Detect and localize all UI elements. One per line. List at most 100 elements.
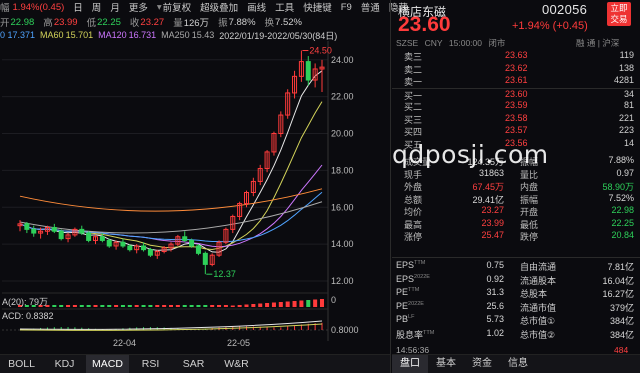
kline-svg[interactable]: 24.00 22.00 20.00 18.00 16.00 14.00 12.00 0 24… bbox=[0, 41, 390, 354]
ma60-label: MA60 bbox=[40, 30, 64, 40]
book-price: 23.58 bbox=[505, 112, 528, 123]
fund-value: 25.6 bbox=[486, 300, 504, 311]
fund-label: 总股本 bbox=[520, 289, 548, 299]
volume-bar bbox=[79, 305, 84, 307]
stat-value: 31863 bbox=[478, 167, 504, 178]
menu-month[interactable]: 月 bbox=[110, 0, 120, 14]
amplitude-value: 7.88% bbox=[228, 16, 256, 28]
stat-value: 7.52% bbox=[608, 192, 634, 203]
volume-value: 126万 bbox=[183, 18, 210, 29]
high-value: 23.99 bbox=[53, 16, 78, 28]
volume-bar bbox=[66, 305, 71, 307]
volume-bar bbox=[114, 305, 119, 307]
quote-meta: SZSE CNY 15:00:00 闭市 融 通 | 沪深 bbox=[396, 37, 619, 49]
volume-bar bbox=[237, 305, 242, 307]
tab-rsi[interactable]: RSI bbox=[129, 355, 172, 373]
stat-label: 开盘 bbox=[520, 207, 539, 217]
stat-row: 涨停 25.47 跌停 20.84 bbox=[392, 230, 640, 243]
volume-bar bbox=[175, 305, 180, 307]
menu-normal[interactable]: 普通 bbox=[361, 0, 380, 14]
volume-bar bbox=[313, 299, 318, 307]
ytick-label: 20.00 bbox=[331, 129, 354, 139]
fund-label: 自由流通 bbox=[520, 262, 557, 272]
menu-overlay[interactable]: 超级叠加 bbox=[200, 0, 238, 14]
candle-body bbox=[31, 228, 37, 234]
volume-bar bbox=[168, 305, 174, 307]
book-price: 23.59 bbox=[505, 100, 528, 110]
book-price: 23.57 bbox=[505, 125, 528, 135]
stat-value: 22.98 bbox=[611, 205, 634, 215]
tab-macd[interactable]: MACD bbox=[86, 355, 129, 373]
macd-label: ACD: 0.8382 bbox=[2, 311, 54, 321]
kline-chart[interactable]: 24.00 22.00 20.00 18.00 16.00 14.00 12.00 0 24… bbox=[0, 41, 390, 373]
book-row: 买一 23.60 34 bbox=[392, 87, 640, 101]
tab-sar[interactable]: SAR bbox=[172, 355, 215, 373]
stat-label: 现手 bbox=[404, 169, 423, 180]
volume-bar bbox=[203, 305, 208, 307]
volume-bar bbox=[210, 305, 215, 307]
menu-f9[interactable]: F9 bbox=[341, 2, 352, 13]
stat-value: 20.84 bbox=[611, 230, 634, 240]
volume-bar bbox=[162, 305, 167, 307]
market-code: SZSE bbox=[396, 38, 419, 48]
margin-badges: 融 通 | 沪深 bbox=[576, 38, 620, 48]
currency: CNY bbox=[424, 38, 443, 48]
menu-week[interactable]: 周 bbox=[92, 0, 102, 14]
xtick-apr: 22-04 bbox=[113, 338, 136, 348]
stat-value: 67.45万 bbox=[472, 182, 504, 192]
tab-boll[interactable]: BOLL bbox=[0, 355, 43, 373]
stat-label: 外盘 bbox=[404, 182, 423, 192]
xtick-may: 22-05 bbox=[227, 338, 250, 348]
tab-orderbook[interactable]: 盘口 bbox=[392, 355, 428, 373]
book-label: 卖二 bbox=[404, 64, 423, 75]
volume-bar bbox=[72, 305, 77, 307]
book-label: 卖三 bbox=[404, 52, 423, 62]
stat-row: 外盘 67.45万 内盘 58.90万 bbox=[392, 180, 640, 193]
tab-funds[interactable]: 资金 bbox=[464, 355, 500, 373]
candle-body bbox=[202, 252, 208, 265]
ytick-label: 12.00 bbox=[331, 276, 354, 286]
volume-bar bbox=[141, 305, 146, 307]
stat-value: 29.41亿 bbox=[472, 194, 504, 205]
book-price: 23.61 bbox=[505, 75, 528, 85]
ytick-label: 16.00 bbox=[331, 202, 354, 212]
indicator-tabs: BOLL KDJ MACD RSI SAR W&R bbox=[0, 354, 390, 373]
chart-toolbar: 幅 1.94%(0.45) 日 周 月 更多 ▾ 前复权 超级叠加 画线 工具 … bbox=[0, 0, 408, 15]
tab-wr[interactable]: W&R bbox=[215, 355, 258, 373]
book-label: 买二 bbox=[404, 102, 423, 112]
volume-bar bbox=[134, 305, 139, 307]
ma250-value: 15.43 bbox=[191, 30, 215, 40]
menu-more[interactable]: 更多 bbox=[129, 0, 148, 14]
chevron-down-icon: ▾ bbox=[156, 1, 162, 13]
book-row: 买二 23.59 81 bbox=[392, 100, 640, 113]
candle-body bbox=[86, 232, 92, 241]
candle-body bbox=[99, 236, 105, 241]
stat-value: 25.47 bbox=[481, 230, 504, 240]
fund-value: 16.04亿 bbox=[602, 275, 634, 286]
menu-tools[interactable]: 工具 bbox=[275, 0, 294, 14]
open-value: 22.98 bbox=[10, 16, 35, 28]
ytick-label: 24.00 bbox=[331, 55, 354, 65]
menu-shortcut[interactable]: 快捷键 bbox=[303, 0, 332, 14]
ma120-value: 16.731 bbox=[128, 30, 157, 40]
tab-info[interactable]: 信息 bbox=[500, 355, 536, 373]
menu-adjust[interactable]: 前复权 bbox=[163, 0, 192, 14]
tab-kdj[interactable]: KDJ bbox=[43, 355, 86, 373]
fundamental-row: PBLF 5.73 总市值① 384亿 bbox=[392, 314, 640, 328]
ma250-label: MA250 bbox=[161, 30, 190, 40]
candle-body bbox=[51, 227, 57, 232]
ma30-value: 0 17.371 bbox=[0, 30, 36, 40]
menu-draw[interactable]: 画线 bbox=[247, 0, 266, 14]
fund-value: 379亿 bbox=[609, 302, 634, 313]
date-range: 2022/01/19-2022/05/30(84日) bbox=[219, 30, 338, 41]
book-row: 卖一 23.61 4281 bbox=[392, 75, 640, 88]
volume-bar bbox=[244, 304, 249, 307]
stat-value: 23.99 bbox=[481, 217, 504, 228]
trade-button[interactable]: 立即 交易 bbox=[607, 2, 631, 26]
volume-bar bbox=[196, 305, 201, 307]
menu-day[interactable]: 日 bbox=[73, 0, 83, 14]
tab-basic[interactable]: 基本 bbox=[428, 355, 464, 373]
panel-divider bbox=[390, 0, 391, 373]
ytick-label: 14.00 bbox=[331, 239, 354, 249]
low-value: 22.25 bbox=[97, 16, 121, 28]
